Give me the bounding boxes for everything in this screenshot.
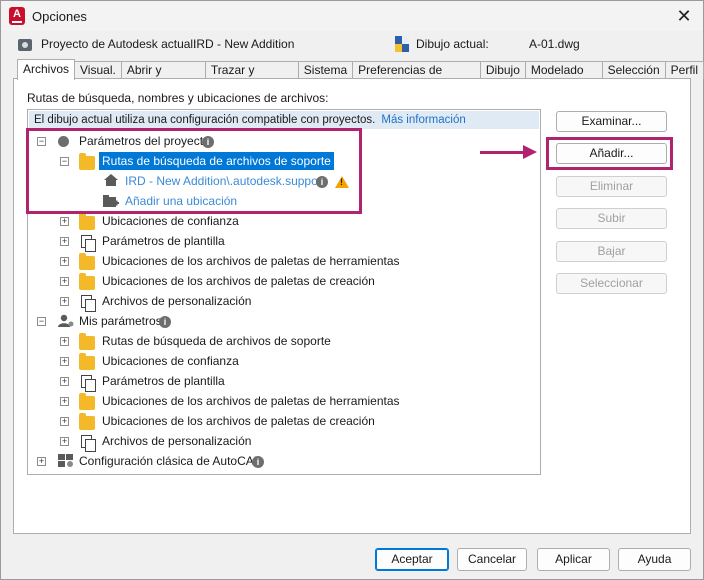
folder-icon: [79, 253, 95, 270]
drawing-label: Dibujo actual:: [416, 37, 489, 51]
tree-node-classic[interactable]: Configuración clásica de AutoCAD: [79, 452, 262, 470]
template-icon: [81, 235, 96, 252]
section-label: Rutas de búsqueda, nombres y ubicaciones…: [27, 91, 329, 105]
tree-node[interactable]: Rutas de búsqueda de archivos de soporte: [102, 332, 331, 350]
tree-node[interactable]: Archivos de personalización: [102, 432, 251, 450]
expand-toggle[interactable]: +: [60, 357, 69, 366]
cancel-button[interactable]: Cancelar: [457, 548, 527, 571]
expand-toggle[interactable]: +: [60, 337, 69, 346]
tab-dibujo[interactable]: Dibujo: [479, 61, 526, 79]
close-button[interactable]: ✕: [673, 5, 695, 27]
tree-node[interactable]: Ubicaciones de confianza: [102, 352, 239, 370]
accept-button[interactable]: Aceptar: [375, 548, 449, 571]
title-bar: A Opciones ✕: [1, 1, 703, 31]
add-button[interactable]: Añadir...: [556, 143, 667, 164]
expand-toggle[interactable]: +: [60, 257, 69, 266]
tab-trazar-publicar[interactable]: Trazar y publicar: [204, 61, 299, 93]
move-down-button[interactable]: Bajar: [556, 241, 667, 262]
tree-node[interactable]: Parámetros de plantilla: [102, 232, 225, 250]
move-up-button[interactable]: Subir: [556, 208, 667, 229]
template-icon: [81, 375, 96, 392]
project-icon: [18, 39, 32, 51]
project-label: Proyecto de Autodesk actual:: [41, 37, 197, 51]
browse-button[interactable]: Examinar...: [556, 111, 667, 132]
classic-config-icon: [58, 454, 73, 467]
banner-text: El dibujo actual utiliza una configuraci…: [34, 114, 376, 126]
arrow-head: [523, 145, 537, 159]
compat-banner: El dibujo actual utiliza una configuraci…: [29, 111, 539, 129]
tree-node[interactable]: Ubicaciones de los archivos de paletas d…: [102, 252, 400, 270]
tab-modelado-3d[interactable]: Modelado 3D: [524, 61, 603, 93]
template-icon: [81, 295, 96, 312]
folder-icon: [79, 413, 95, 430]
tree-node[interactable]: Parámetros de plantilla: [102, 372, 225, 390]
tree-node[interactable]: Ubicaciones de los archivos de paletas d…: [102, 412, 375, 430]
tab-perfil[interactable]: Perfil: [664, 61, 704, 79]
autocad-logo-icon: A: [9, 7, 25, 25]
tab-preferencias[interactable]: Preferencias de usuario: [352, 61, 481, 93]
drawing-icon: [395, 36, 409, 52]
drawing-value: A-01.dwg: [529, 37, 580, 51]
folder-icon: [79, 393, 95, 410]
expand-toggle[interactable]: +: [60, 277, 69, 286]
tab-strip: Archivos Visual. Abrir y guardar Trazar …: [17, 59, 704, 93]
select-button[interactable]: Seleccionar: [556, 273, 667, 294]
tree-node[interactable]: Ubicaciones de los archivos de paletas d…: [102, 392, 400, 410]
expand-toggle[interactable]: +: [60, 417, 69, 426]
info-icon[interactable]: i: [159, 316, 171, 328]
user-icon: [58, 314, 74, 327]
tab-visual[interactable]: Visual.: [74, 61, 122, 79]
more-info-link[interactable]: Más información: [381, 114, 465, 126]
expand-toggle[interactable]: +: [60, 377, 69, 386]
expand-toggle[interactable]: +: [60, 397, 69, 406]
expand-toggle[interactable]: +: [60, 217, 69, 226]
highlight-box-project: [26, 128, 362, 214]
tab-archivos[interactable]: Archivos: [17, 59, 76, 80]
apply-button[interactable]: Aplicar: [537, 548, 610, 571]
tree-node[interactable]: Ubicaciones de los archivos de paletas d…: [102, 272, 375, 290]
collapse-toggle[interactable]: −: [37, 317, 46, 326]
folder-icon: [79, 273, 95, 290]
project-value: IRD - New Addition: [193, 37, 295, 51]
folder-icon: [79, 333, 95, 350]
tree-node-my-params[interactable]: Mis parámetros: [79, 312, 162, 330]
expand-toggle[interactable]: +: [60, 297, 69, 306]
folder-icon: [79, 353, 95, 370]
folder-icon: [79, 213, 95, 230]
info-icon[interactable]: i: [252, 456, 264, 468]
expand-toggle[interactable]: +: [60, 437, 69, 446]
tree-node[interactable]: Archivos de personalización: [102, 292, 251, 310]
template-icon: [81, 435, 96, 452]
tab-seleccion[interactable]: Selección: [601, 61, 666, 79]
tree-node[interactable]: Ubicaciones de confianza: [102, 212, 239, 230]
tab-sistema[interactable]: Sistema: [297, 61, 354, 79]
arrow-annotation: [480, 151, 526, 154]
help-button[interactable]: Ayuda: [618, 548, 691, 571]
tab-abrir-guardar[interactable]: Abrir y guardar: [120, 61, 206, 93]
expand-toggle[interactable]: +: [60, 237, 69, 246]
dialog-title: Opciones: [32, 9, 87, 24]
options-dialog: A Opciones ✕ Proyecto de Autodesk actual…: [0, 0, 704, 580]
remove-button[interactable]: Eliminar: [556, 176, 667, 197]
expand-toggle[interactable]: +: [37, 457, 46, 466]
